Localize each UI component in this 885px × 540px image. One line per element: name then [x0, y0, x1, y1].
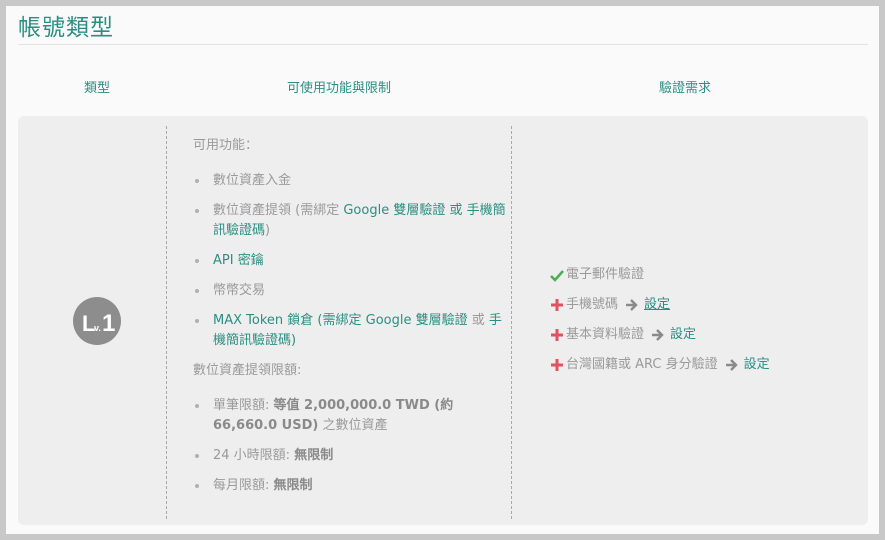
account-type-panel: 帳號類型 類型 可使用功能與限制 驗證需求 L v. 1 可用功能： 數位資產入… [6, 6, 879, 534]
column-header-requirements: 驗證需求 [658, 81, 712, 96]
arrow-right-icon [650, 325, 664, 345]
feature-text: 數位資產提領 (需綁定 [213, 203, 344, 218]
level-1-icon: L v. 1 [82, 310, 115, 337]
level-badge: L v. 1 [73, 297, 121, 345]
max-token-link[interactable]: MAX Token [213, 313, 283, 328]
api-key-link[interactable]: API 密鑰 [213, 253, 264, 268]
column-divider [166, 126, 167, 519]
requirement-phone: 手機號碼 設定 [550, 295, 770, 315]
requirement-label: 台灣國籍或 ARC 身分驗證 [566, 357, 718, 372]
limit-suffix: 之數位資產 [318, 418, 388, 433]
plus-icon [550, 325, 564, 345]
list-item: 24 小時限額: 無限制 [193, 446, 513, 466]
list-item: 數位資產提領 (需綁定 Google 雙層驗證 或 手機簡訊驗證碼) [193, 201, 513, 241]
arrow-right-icon [624, 295, 638, 315]
setup-phone-link[interactable]: 設定 [644, 295, 670, 315]
requirement-profile: 基本資料驗證 設定 [550, 325, 770, 345]
limit-label: 單筆限額: [213, 398, 274, 413]
requirement-label: 電子郵件驗證 [566, 267, 645, 282]
features-title: 可用功能： [193, 138, 259, 153]
feature-text: 數位資產入金 [213, 173, 292, 188]
list-item: 幣幣交易 [193, 281, 513, 301]
requirements-column: 電子郵件驗證 手機號碼 設定 基本資料驗證 設定 台灣國籍或 ARC 身分驗證 … [550, 265, 770, 385]
feature-text: ) [265, 223, 271, 238]
feature-text: 鎖倉 (需綁定 [283, 313, 366, 328]
requirement-identity: 台灣國籍或 ARC 身分驗證 設定 [550, 355, 770, 375]
list-item: 單筆限額: 等值 2,000,000.0 TWD (約 66,660.0 USD… [193, 396, 513, 436]
list-item: MAX Token 鎖倉 (需綁定 Google 雙層驗證 或 手機簡訊驗證碼) [193, 311, 513, 351]
feature-text: 幣幣交易 [213, 283, 266, 298]
page-title: 帳號類型 [18, 15, 114, 41]
title-divider [18, 44, 868, 45]
limit-value: 無限制 [294, 448, 334, 463]
level-row-card: L v. 1 可用功能： 數位資產入金 數位資產提領 (需綁定 Google 雙… [18, 116, 868, 525]
requirement-email: 電子郵件驗證 [550, 265, 770, 285]
feature-text: 或 [467, 313, 489, 328]
limits-title: 數位資產提領限額: [193, 363, 302, 378]
limits-list: 單筆限額: 等值 2,000,000.0 TWD (約 66,660.0 USD… [193, 396, 513, 496]
column-header-features: 可使用功能與限制 [286, 81, 392, 96]
plus-icon [550, 355, 564, 375]
limit-value: 無限制 [273, 478, 313, 493]
requirement-label: 手機號碼 [566, 297, 619, 312]
column-header-type: 類型 [83, 81, 111, 96]
setup-identity-link[interactable]: 設定 [744, 355, 770, 375]
list-item: 數位資產入金 [193, 171, 513, 191]
check-icon [550, 265, 564, 285]
google-2fa-link[interactable]: Google 雙層驗證 [343, 203, 445, 218]
plus-icon [550, 295, 564, 315]
limit-label: 24 小時限額: [213, 448, 295, 463]
list-item: 每月限額: 無限制 [193, 476, 513, 496]
features-list: 數位資產入金 數位資產提領 (需綁定 Google 雙層驗證 或 手機簡訊驗證碼… [193, 171, 513, 351]
features-column: 可用功能： 數位資產入金 數位資產提領 (需綁定 Google 雙層驗證 或 手… [193, 136, 513, 506]
svg-text:1: 1 [102, 310, 115, 337]
arrow-right-icon [724, 355, 738, 375]
list-item: API 密鑰 [193, 251, 513, 271]
feature-text: 或 [445, 203, 467, 218]
feature-text: ) [291, 333, 297, 348]
google-2fa-link[interactable]: Google 雙層驗證 [366, 313, 468, 328]
requirement-label: 基本資料驗證 [566, 327, 645, 342]
limit-label: 每月限額: [213, 478, 274, 493]
setup-profile-link[interactable]: 設定 [670, 325, 696, 345]
svg-text:v.: v. [94, 323, 101, 333]
